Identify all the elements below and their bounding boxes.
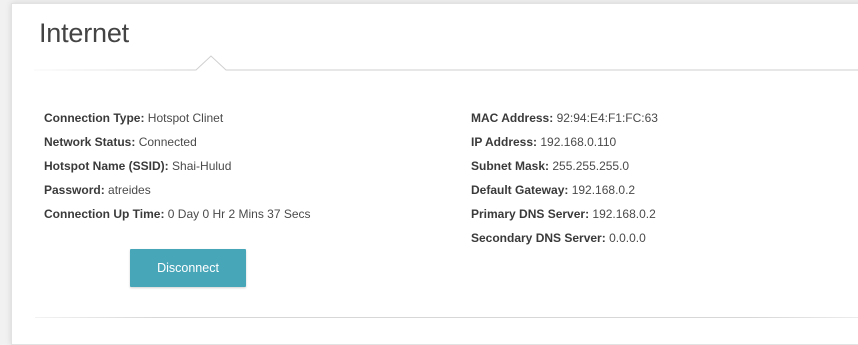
subnet-mask-label: Subnet Mask: <box>471 159 550 173</box>
password-value: atreides <box>108 183 151 197</box>
hotspot-name-label: Hotspot Name (SSID): <box>44 159 169 173</box>
address-info-column: MAC Address: 92:94:E4:F1:FC:63 IP Addres… <box>471 108 658 252</box>
connection-uptime-label: Connection Up Time: <box>44 207 165 221</box>
disconnect-button[interactable]: Disconnect <box>130 249 246 287</box>
connection-uptime-value: 0 Day 0 Hr 2 Mins 37 Secs <box>167 207 311 221</box>
hotspot-name-row: Hotspot Name (SSID): Shai-Hulud <box>44 156 311 180</box>
network-status-value: Connected <box>138 135 197 149</box>
header-divider <box>34 55 858 71</box>
mac-address-value: 92:94:E4:F1:FC:63 <box>556 111 658 125</box>
connection-type-row: Connection Type: Hotspot Clinet <box>44 108 311 132</box>
primary-dns-row: Primary DNS Server: 192.168.0.2 <box>471 204 658 228</box>
ip-address-row: IP Address: 192.168.0.110 <box>471 132 658 156</box>
primary-dns-label: Primary DNS Server: <box>471 207 590 221</box>
password-label: Password: <box>44 183 105 197</box>
primary-dns-value: 192.168.0.2 <box>592 207 656 221</box>
default-gateway-label: Default Gateway: <box>471 183 569 197</box>
connection-uptime-row: Connection Up Time: 0 Day 0 Hr 2 Mins 37… <box>44 204 311 228</box>
default-gateway-row: Default Gateway: 192.168.0.2 <box>471 180 658 204</box>
connection-info-column: Connection Type: Hotspot Clinet Network … <box>44 108 311 228</box>
ip-address-value: 192.168.0.110 <box>540 135 617 149</box>
network-status-label: Network Status: <box>44 135 136 149</box>
subnet-mask-value: 255.255.255.0 <box>552 159 630 173</box>
network-status-row: Network Status: Connected <box>44 132 311 156</box>
mac-address-label: MAC Address: <box>471 111 554 125</box>
hotspot-name-value: Shai-Hulud <box>172 159 232 173</box>
mac-address-row: MAC Address: 92:94:E4:F1:FC:63 <box>471 108 658 132</box>
password-row: Password: atreides <box>44 180 311 204</box>
subnet-mask-row: Subnet Mask: 255.255.255.0 <box>471 156 658 180</box>
ip-address-label: IP Address: <box>471 135 538 149</box>
default-gateway-value: 192.168.0.2 <box>571 183 636 197</box>
secondary-dns-row: Secondary DNS Server: 0.0.0.0 <box>471 228 658 252</box>
secondary-dns-value: 0.0.0.0 <box>609 231 646 245</box>
footer-divider <box>35 317 858 318</box>
internet-panel: Internet Connection Type: Hotspot Clinet… <box>11 3 858 345</box>
connection-type-label: Connection Type: <box>44 111 145 125</box>
connection-type-value: Hotspot Clinet <box>147 111 224 125</box>
secondary-dns-label: Secondary DNS Server: <box>471 231 606 245</box>
